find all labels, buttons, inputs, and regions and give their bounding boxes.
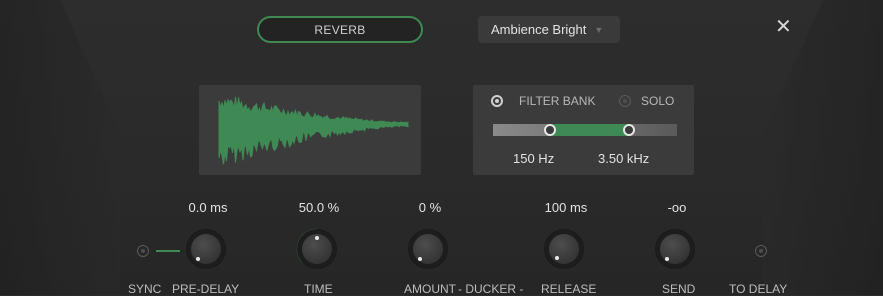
amount-value: 0 % <box>418 200 442 215</box>
preset-selector[interactable]: Ambience Bright ▼ <box>478 16 620 43</box>
frequency-range-slider[interactable] <box>493 124 677 136</box>
ducker-label: - DUCKER - <box>458 282 524 296</box>
send-value: -oo <box>667 200 687 215</box>
frequency-range-fill <box>549 124 628 136</box>
chevron-down-icon: ▼ <box>594 24 604 35</box>
reverb-module-button[interactable]: REVERB <box>257 16 423 43</box>
high-cut-handle[interactable] <box>623 124 635 136</box>
amount-label: AMOUNT <box>404 282 456 296</box>
sync-radio[interactable] <box>137 245 149 257</box>
release-value: 100 ms <box>544 200 588 215</box>
close-icon[interactable]: ✕ <box>775 17 792 37</box>
sync-link-line <box>156 250 180 252</box>
reverb-module-label: REVERB <box>314 22 366 37</box>
time-value: 50.0 % <box>298 200 340 215</box>
reverb-panel: REVERB Ambience Bright ▼ ✕ FILTER BANK S… <box>0 0 883 296</box>
time-knob-indicator <box>315 236 319 240</box>
release-knob-indicator <box>555 256 559 260</box>
release-knob[interactable] <box>545 230 583 268</box>
solo-radio[interactable] <box>619 95 631 107</box>
send-knob-indicator <box>665 257 669 261</box>
to-delay-radio[interactable] <box>755 245 767 257</box>
impulse-response-display <box>199 85 421 175</box>
low-cut-handle[interactable] <box>544 124 556 136</box>
left-bevel <box>0 0 120 295</box>
low-frequency-value: 150 Hz <box>513 151 555 166</box>
send-knob[interactable] <box>656 230 694 268</box>
pre-delay-value: 0.0 ms <box>188 200 228 215</box>
pre-delay-knob[interactable] <box>187 230 225 268</box>
filter-bank-radio[interactable] <box>491 95 503 107</box>
amount-knob-indicator <box>418 257 422 261</box>
send-label: SEND <box>662 282 696 296</box>
right-bevel <box>763 0 883 295</box>
filter-bank-section: FILTER BANK SOLO 150 Hz 3.50 kHz <box>473 85 694 175</box>
time-label: TIME <box>304 282 333 296</box>
preset-name: Ambience Bright <box>491 22 587 37</box>
pre-delay-knob-indicator <box>196 257 200 261</box>
pre-delay-label: PRE-DELAY <box>172 282 240 296</box>
amount-knob[interactable] <box>409 230 447 268</box>
time-knob[interactable] <box>296 228 336 268</box>
filter-bank-label: FILTER BANK <box>519 94 596 108</box>
release-label: RELEASE <box>541 282 597 296</box>
to-delay-label: TO DELAY <box>729 282 788 296</box>
waveform-graphic <box>218 96 409 165</box>
high-frequency-value: 3.50 kHz <box>598 151 650 166</box>
sync-label: SYNC <box>128 282 162 296</box>
solo-label: SOLO <box>641 94 675 108</box>
